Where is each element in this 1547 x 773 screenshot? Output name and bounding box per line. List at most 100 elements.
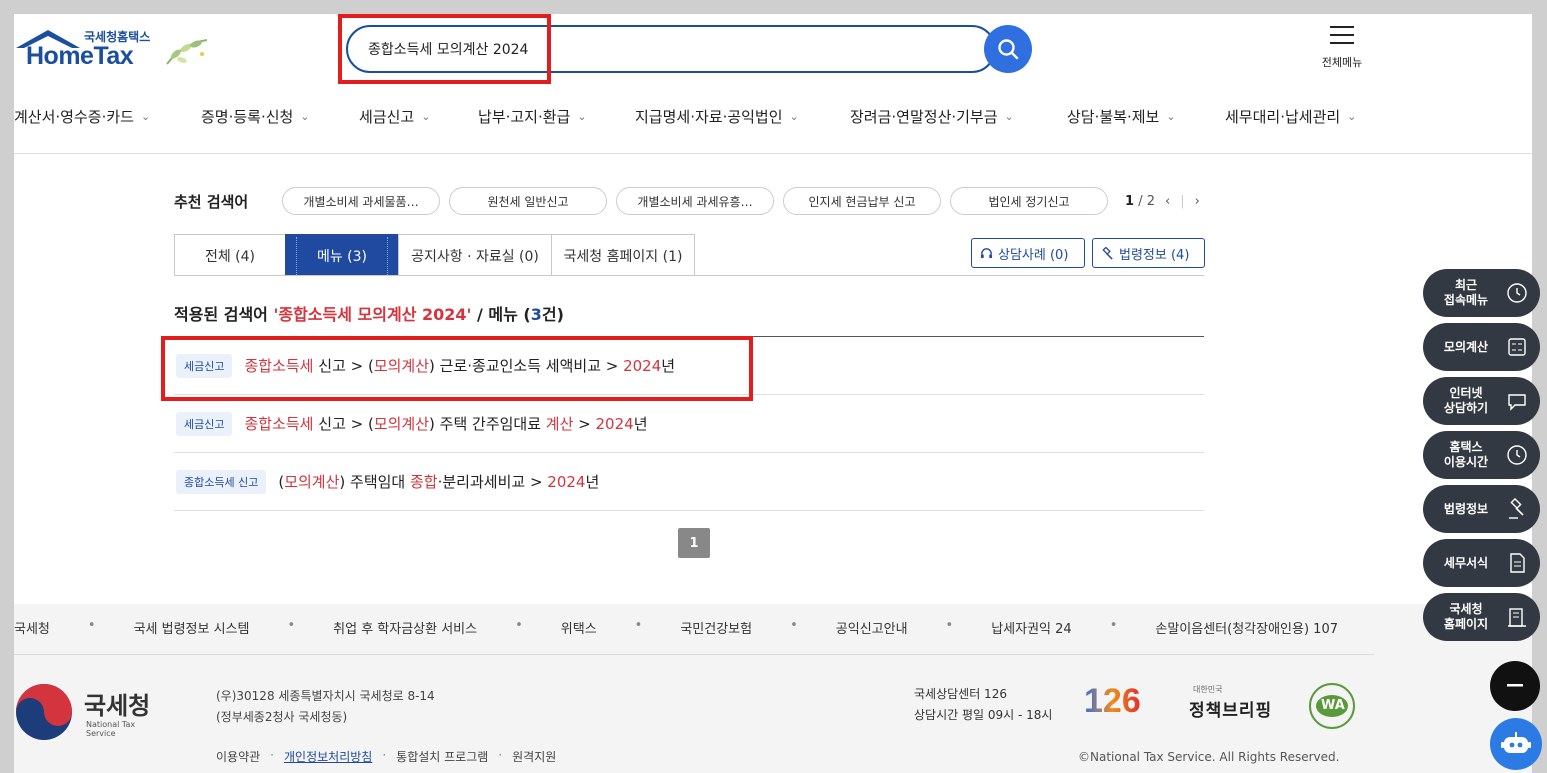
quick-menu-item[interactable]: 법령정보 — [1423, 485, 1540, 533]
chevron-down-icon: ⌄ — [421, 109, 431, 123]
chevron-down-icon: ⌄ — [1004, 109, 1014, 123]
hometax-logo[interactable]: 국세청홈택스 HomeTax — [14, 26, 224, 76]
category-badge: 종합소득세 신고 — [176, 469, 267, 494]
keyword-chip[interactable]: 원천세 일반신고 — [449, 187, 607, 215]
gavel-icon — [1509, 498, 1524, 519]
pager-divider: | — [1180, 193, 1185, 209]
tab-homepage[interactable]: 국세청 홈페이지 (1) — [551, 234, 695, 276]
hamburger-icon — [1330, 26, 1354, 44]
chevron-right-icon[interactable]: › — [1195, 194, 1200, 209]
footer-link[interactable]: 취업 후 학자금상환 서비스 — [333, 618, 477, 638]
footer-link-separator: • — [287, 618, 296, 633]
policy-briefing-logo[interactable]: 대한민국 정책브리핑 — [1189, 684, 1279, 728]
nav-item-statement[interactable]: 지급명세·자료·공익법인 ⌄ — [635, 102, 850, 130]
search-button[interactable] — [984, 25, 1032, 73]
call-center-info: 국세상담센터 126 상담시간 평일 09시 - 18시 — [914, 687, 1053, 722]
result-tabs: 전체 (4) 메뉴 (3) 공지사항 · 자료실 (0) 국세청 홈페이지 (1… — [174, 234, 695, 276]
nav-item-incentive[interactable]: 장려금·연말정산·기부금 ⌄ — [850, 102, 1067, 130]
remote-support-link[interactable]: 원격지원 — [512, 748, 556, 765]
footer-link-separator: • — [87, 618, 96, 633]
result-link[interactable]: (모의계산) 주택임대 종합·분리과세비교 > 2024년 — [278, 471, 599, 492]
quick-menu-item[interactable]: 국세청 홈페이지 — [1423, 593, 1540, 641]
keyword-chip[interactable]: 개별소비세 과세물품… — [282, 187, 440, 215]
quick-menu-item[interactable]: 최근 접속메뉴 — [1423, 269, 1540, 317]
chevron-down-icon: ⌄ — [577, 109, 587, 123]
recommended-title: 추천 검색어 — [174, 192, 249, 211]
footer-bottom-links: 이용약관 · 개인정보처리방침 · 통합설치 프로그램 · 원격지원 — [216, 748, 557, 765]
nav-item-tax-filing[interactable]: 세금신고 ⌄ — [359, 102, 478, 130]
terms-link[interactable]: 이용약관 — [216, 748, 260, 765]
nav-item-certificate[interactable]: 증명·등록·신청 ⌄ — [201, 102, 359, 130]
consult-cases-button[interactable]: 상담사례 (0) — [971, 238, 1085, 268]
gavel-icon — [1102, 246, 1113, 260]
quick-menu-item[interactable]: 세무서식 — [1423, 539, 1540, 587]
footer-links: 국세청 • 국세 법령정보 시스템 • 취업 후 학자금상환 서비스 • 위택스 • 국민건강보… — [14, 618, 1338, 638]
leaf-decoration-icon — [166, 39, 208, 65]
browser-page: 국세청홈택스 HomeTax 종합소득세 모의계산 2024 전체메뉴 계산서·… — [14, 14, 1532, 773]
footer-link[interactable]: 납세자권익 24 — [991, 618, 1071, 638]
building-icon — [1508, 608, 1526, 627]
chevron-down-icon: ⌄ — [300, 109, 310, 123]
keyword-chip[interactable]: 인지세 현금납부 신고 — [783, 187, 941, 215]
category-badge: 세금신고 — [176, 411, 233, 436]
calculator-icon — [1508, 338, 1526, 356]
footer-link[interactable]: 국세 법령정보 시스템 — [134, 618, 250, 638]
footer-link-separator: • — [634, 618, 643, 633]
tab-notice[interactable]: 공지사항 · 자료실 (0) — [398, 234, 552, 276]
footer-address: (우)30128 세종특별자치시 국세청로 8-14 (정부세종2청사 국세청동… — [216, 689, 435, 724]
footer-link[interactable]: 공익신고안내 — [836, 618, 908, 638]
tab-all[interactable]: 전체 (4) — [174, 234, 286, 276]
quick-menu: 최근 접속메뉴모의계산인터넷 상담하기홈택스 이용시간법령정보세무서식국세청 홈… — [1423, 269, 1540, 647]
table-row[interactable]: 종합소득세 신고 (모의계산) 주택임대 종합·분리과세비교 > 2024년 — [174, 453, 1204, 511]
site-footer: 국세청 • 국세 법령정보 시스템 • 취업 후 학자금상환 서비스 • 위택스 • 국민건강보… — [14, 604, 1532, 773]
chevron-left-icon[interactable]: ‹ — [1165, 194, 1170, 209]
recommended-keywords: 추천 검색어 개별소비세 과세물품… 원천세 일반신고 개별소비세 과세유흥… … — [174, 186, 1214, 216]
quick-menu-close-button[interactable] — [1490, 661, 1540, 711]
result-link[interactable]: 종합소득세 신고 > (모의계산) 주택 간주임대료 계산 > 2024년 — [244, 413, 647, 434]
logo-126[interactable]: 126 — [1084, 682, 1141, 721]
category-badge: 세금신고 — [176, 353, 233, 378]
footer-link[interactable]: 위택스 — [561, 618, 597, 638]
tab-divider — [174, 275, 1204, 276]
law-info-button[interactable]: 법령정보 (4) — [1092, 238, 1205, 268]
keyword-pager: 1 / 2 ‹ | › — [1125, 194, 1200, 209]
chatbot-button[interactable] — [1490, 718, 1542, 770]
nav-item-invoice[interactable]: 계산서·영수증·카드 ⌄ — [14, 102, 201, 130]
tab-menu[interactable]: 메뉴 (3) — [285, 234, 399, 276]
search-input[interactable] — [368, 37, 928, 61]
nav-item-payment[interactable]: 납부·고지·환급 ⌄ — [478, 102, 635, 130]
footer-link[interactable]: 국세청 — [14, 618, 50, 638]
result-list: 세금신고 종합소득세 신고 > (모의계산) 근로·종교인소득 세액비교 > 20… — [174, 336, 1204, 511]
table-row[interactable]: 세금신고 종합소득세 신고 > (모의계산) 근로·종교인소득 세액비교 > 20… — [174, 337, 1204, 395]
page-button-1[interactable]: 1 — [678, 528, 710, 558]
quick-menu-item[interactable]: 모의계산 — [1423, 323, 1540, 371]
headset-icon — [980, 247, 993, 258]
search-icon — [998, 39, 1019, 60]
privacy-link[interactable]: 개인정보처리방침 — [284, 748, 372, 765]
search-box[interactable] — [346, 25, 996, 73]
footer-link[interactable]: 국민건강보험 — [680, 618, 752, 638]
robot-icon — [1501, 732, 1531, 753]
quick-menu-item[interactable]: 인터넷 상담하기 — [1423, 377, 1540, 425]
nts-logo[interactable]: 국세청 National Tax Service — [14, 682, 164, 742]
result-link[interactable]: 종합소득세 신고 > (모의계산) 근로·종교인소득 세액비교 > 2024년 — [244, 355, 675, 376]
chevron-down-icon: ⌄ — [789, 109, 799, 123]
keyword-chip[interactable]: 법인세 정기신고 — [950, 187, 1108, 215]
applied-search-term: 적용된 검색어 '종합소득세 모의계산 2024' / 메뉴 (3건) — [174, 305, 564, 324]
quick-menu-item[interactable]: 홈택스 이용시간 — [1423, 431, 1540, 479]
all-menu-label: 전체메뉴 — [1321, 56, 1363, 69]
footer-link-separator: • — [945, 618, 954, 633]
nav-item-agent[interactable]: 세무대리·납세관리 ⌄ — [1225, 102, 1356, 130]
keyword-chip[interactable]: 개별소비세 과세유흥… — [616, 187, 774, 215]
install-link[interactable]: 통합설치 프로그램 — [396, 748, 488, 765]
footer-link[interactable]: 손말이음센터(청각장애인용) 107 — [1155, 618, 1338, 638]
footer-divider — [14, 654, 1374, 655]
minus-icon — [1507, 684, 1523, 687]
all-menu-button[interactable]: 전체메뉴 — [1310, 24, 1374, 70]
copyright: ©National Tax Service. All Rights Reserv… — [1078, 750, 1340, 764]
table-row[interactable]: 세금신고 종합소득세 신고 > (모의계산) 주택 간주임대료 계산 > 2024… — [174, 395, 1204, 453]
footer-link-separator: • — [1109, 618, 1118, 633]
footer-link-separator: • — [790, 618, 798, 633]
nav-item-consult[interactable]: 상담·불복·제보 ⌄ — [1067, 102, 1225, 130]
footer-link-separator: • — [515, 618, 523, 633]
